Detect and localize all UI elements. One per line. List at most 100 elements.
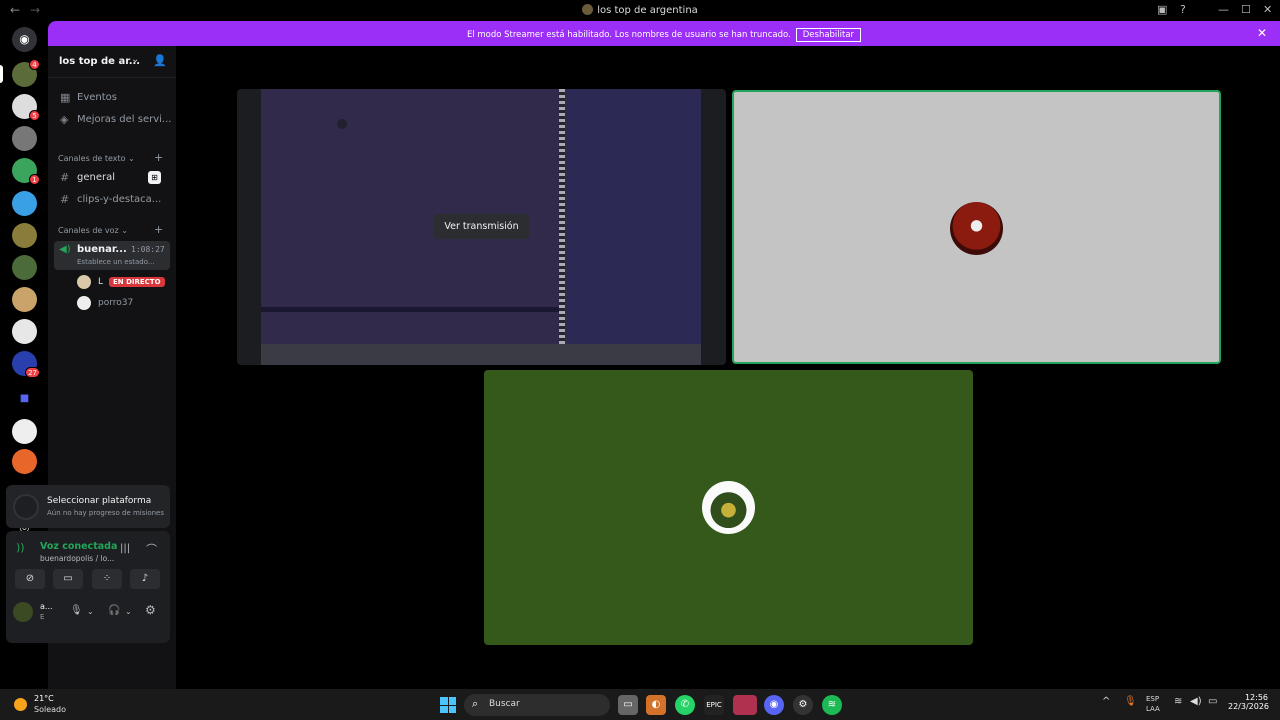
channel-general[interactable]: # general ⊞ (54, 168, 170, 188)
camera-off-button[interactable]: ⊘ (15, 569, 45, 589)
quest-icon (13, 494, 39, 520)
participant-tile[interactable] (484, 370, 973, 645)
discord-home-icon[interactable]: ◉ (12, 27, 37, 52)
hash-icon: # (60, 171, 70, 184)
window-titlebar: ← → los top de argentina ▣ ? — ☐ ✕ (0, 0, 1280, 21)
weather-temp[interactable]: 21°C (34, 694, 54, 703)
headphones-icon[interactable]: 🎧 (108, 605, 120, 616)
add-channel-icon[interactable]: + (154, 223, 163, 236)
screen-share-button[interactable]: ▭ (53, 569, 83, 589)
stream-preview-object (337, 119, 347, 129)
weather-condition[interactable]: Soleado (34, 705, 66, 714)
user-status: E (40, 613, 45, 621)
server-icon[interactable] (12, 449, 37, 474)
maximize-icon[interactable]: ☐ (1241, 3, 1251, 16)
steam-icon[interactable]: ⚙ (793, 695, 813, 715)
volume-icon[interactable]: ◀) (1190, 696, 1202, 707)
server-icon[interactable]: 27 (12, 351, 40, 378)
search-icon: ⌕ (472, 697, 479, 710)
mention-badge: 4 (29, 59, 40, 70)
server-icon[interactable] (12, 191, 37, 216)
windows-taskbar: 21°C Soleado ⌕ Buscar ▭ ◐ ✆ EPIC ◉ ⚙ ≋ ^… (0, 689, 1280, 720)
voice-timer: 1:08:27 (131, 245, 165, 254)
watch-stream-button[interactable]: Ver transmisión (434, 214, 529, 239)
microphone-icon[interactable]: 🎙 (70, 605, 83, 616)
quest-title: Seleccionar plataforma (47, 496, 152, 506)
file-explorer-icon[interactable]: ▭ (618, 695, 638, 715)
server-icon[interactable]: 4 (12, 59, 40, 87)
language-indicator[interactable]: ESP LAA (1146, 694, 1160, 714)
hash-icon: # (60, 193, 70, 206)
voice-channel-name: buenar... (77, 244, 127, 255)
server-icon[interactable]: 1 (12, 158, 40, 185)
disconnect-icon[interactable]: ⌒ (146, 541, 157, 557)
close-window-icon[interactable]: ✕ (1263, 3, 1272, 16)
discord-taskbar-icon[interactable]: ◉ (764, 695, 784, 715)
mention-badge: 27 (25, 367, 40, 378)
avatar (702, 481, 755, 534)
epic-games-icon[interactable]: EPIC (704, 695, 724, 715)
stream-preview-panel (567, 89, 701, 344)
taskbar-clock[interactable]: 12:56 22/3/2026 (1228, 693, 1269, 711)
username: a... (40, 602, 53, 611)
stream-preview-divider (559, 89, 565, 344)
taskbar-search[interactable]: ⌕ Buscar (464, 694, 610, 716)
activity-icon: ⊞ (148, 171, 161, 184)
voice-status[interactable]: Establece un estado... (77, 258, 155, 266)
voice-panel: )) Voz conectada buenardopolis / lo... |… (6, 531, 170, 643)
browser-icon[interactable]: ◐ (646, 695, 666, 715)
microphone-icon[interactable]: 🎙 (1124, 696, 1137, 707)
voice-channel[interactable]: ◀) buenar... 1:08:27 Establece un estado… (54, 241, 170, 270)
whatsapp-icon[interactable]: ✆ (675, 695, 695, 715)
inbox-icon[interactable]: ▣ (1157, 3, 1167, 16)
server-icon[interactable]: 5 (12, 94, 40, 121)
disable-streamer-button[interactable]: Deshabilitar (795, 28, 862, 42)
mention-badge: 1 (29, 174, 40, 185)
close-icon[interactable]: ✕ (1257, 26, 1267, 40)
gear-icon[interactable]: ⚙ (145, 603, 156, 617)
spotify-icon[interactable]: ≋ (822, 695, 842, 715)
avatar[interactable] (13, 602, 33, 622)
participant-tile-speaking[interactable] (732, 90, 1221, 364)
soundboard-button[interactable]: ♪ (130, 569, 160, 589)
weather-sun-icon[interactable] (14, 698, 27, 711)
server-name: los top de ar... (59, 56, 141, 67)
channel-clips[interactable]: # clips-y-destaca... (54, 190, 170, 210)
avatar (77, 296, 91, 310)
sidebar-item-boosts[interactable]: ◈ Mejoras del servi... (54, 110, 171, 130)
help-icon[interactable]: ? (1180, 3, 1186, 16)
avatar (77, 275, 91, 289)
category-text[interactable]: Canales de texto ⌄ (58, 154, 135, 163)
server-icon[interactable] (12, 255, 37, 280)
minimize-icon[interactable]: — (1218, 3, 1229, 16)
add-channel-icon[interactable]: + (154, 151, 163, 164)
app-icon[interactable] (733, 695, 757, 715)
signal-icon[interactable]: )) (16, 541, 25, 554)
activities-button[interactable]: ⁘ (92, 569, 122, 589)
server-icon[interactable] (12, 419, 37, 444)
folder-icon[interactable]: ■ (12, 386, 37, 411)
voice-channel-path[interactable]: buenardopolis / lo... (40, 554, 114, 563)
server-header[interactable]: los top de ar... ⌄ 👤 (48, 46, 176, 78)
sidebar-item-events[interactable]: ▦ Eventos (54, 88, 170, 108)
stream-preview-floor (261, 307, 559, 312)
avatar (950, 202, 1003, 255)
server-icon[interactable] (12, 287, 37, 312)
windows-start-icon[interactable] (440, 697, 456, 713)
chevron-down-icon[interactable]: ⌄ (125, 607, 132, 616)
selected-indicator (0, 65, 3, 83)
server-icon[interactable] (12, 319, 37, 344)
invite-icon[interactable]: 👤 (153, 54, 167, 67)
live-badge: EN DIRECTO (109, 277, 165, 287)
quest-card[interactable]: Seleccionar plataforma Aún no hay progre… (6, 485, 170, 528)
chevron-down-icon[interactable]: ⌄ (87, 607, 94, 616)
server-icon[interactable] (12, 223, 37, 248)
wifi-icon[interactable]: ≋ (1174, 696, 1182, 707)
category-voice[interactable]: Canales de voz ⌄ (58, 226, 128, 235)
server-icon[interactable] (12, 126, 37, 151)
tray-overflow-icon[interactable]: ^ (1102, 696, 1110, 707)
voice-connected-label[interactable]: Voz conectada (40, 541, 117, 552)
quest-subtitle: Aún no hay progreso de misiones (47, 509, 165, 517)
noise-suppression-icon[interactable]: ||| (120, 543, 130, 554)
battery-icon[interactable]: ▭ (1208, 696, 1217, 707)
